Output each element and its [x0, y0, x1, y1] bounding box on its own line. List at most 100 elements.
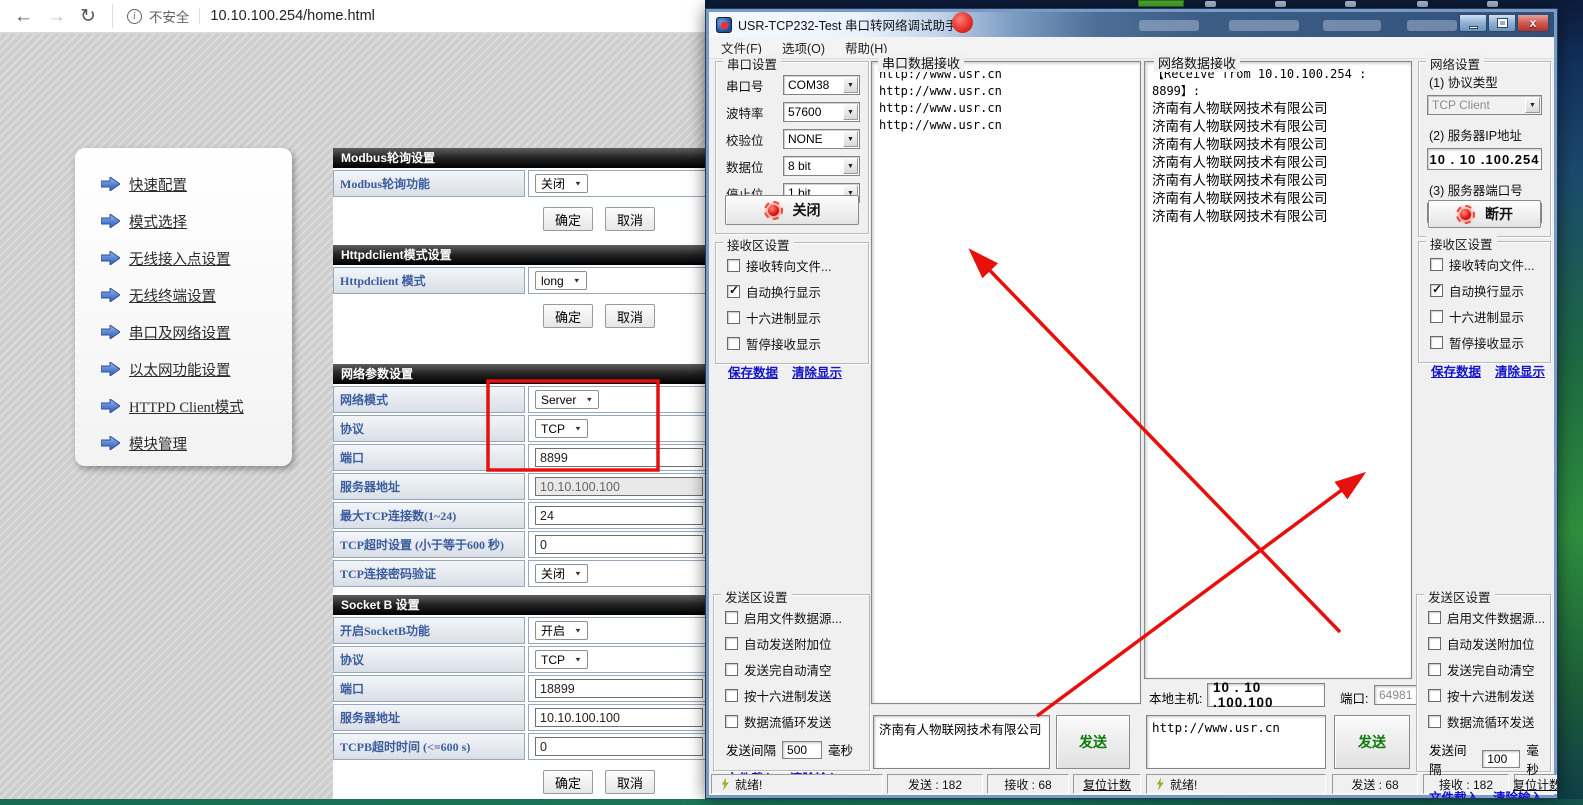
checkbox[interactable]: ✓ — [1428, 611, 1441, 624]
databits-select[interactable]: 8 bit▼ — [783, 156, 860, 176]
checkbox[interactable]: ✓ — [1428, 689, 1441, 702]
socketb-enable-select[interactable]: 开启▼ — [535, 621, 588, 640]
maximize-button[interactable] — [1488, 14, 1516, 32]
checkbox-row[interactable]: ✓启用文件数据源... — [1428, 608, 1544, 627]
checkbox-row[interactable]: ✓十六进制显示 — [1430, 307, 1544, 326]
checkbox[interactable]: ✓ — [725, 637, 738, 650]
checkbox[interactable]: ✓ — [1430, 284, 1443, 297]
checkbox-row[interactable]: ✓按十六进制发送 — [1428, 686, 1544, 705]
port-input[interactable]: 8899 — [535, 448, 703, 467]
save-data-link[interactable]: 保存数据 — [1431, 361, 1481, 380]
reload-icon[interactable]: ↻ — [80, 7, 96, 26]
checkbox[interactable]: ✓ — [1430, 310, 1443, 323]
cancel-button[interactable]: 取消 — [605, 207, 655, 231]
checkbox-row[interactable]: ✓自动换行显示 — [1430, 281, 1544, 300]
chevron-down-icon[interactable]: ▼ — [843, 104, 858, 120]
file-load-link[interactable]: 文件载入 — [1429, 787, 1479, 799]
com-port-select[interactable]: COM38▼ — [783, 75, 860, 95]
reset-count-left[interactable]: 复位计数 — [1073, 774, 1141, 794]
checkbox-row[interactable]: ✓按十六进制发送 — [725, 686, 863, 705]
checkbox[interactable]: ✓ — [727, 285, 740, 298]
ok-button[interactable]: 确定 — [543, 207, 593, 231]
interval-input[interactable]: 100 — [1482, 750, 1520, 768]
checkbox-row[interactable]: ✓发送完自动清空 — [1428, 660, 1544, 679]
network-receive-textarea[interactable]: 【Receive from 10.10.100.254 : 8899】: 济南有… — [1144, 61, 1412, 679]
baudrate-select[interactable]: 57600▼ — [783, 102, 860, 122]
chevron-down-icon[interactable]: ▼ — [843, 131, 858, 147]
serial-receive-textarea[interactable]: http://www.usr.cn http://www.usr.cn http… — [871, 61, 1141, 704]
checkbox-row[interactable]: ✓暂停接收显示 — [727, 334, 862, 353]
tcp-password-select[interactable]: 关闭▼ — [535, 564, 588, 583]
chevron-down-icon[interactable]: ▼ — [843, 77, 858, 93]
cancel-button[interactable]: 取消 — [605, 770, 655, 794]
serial-close-button[interactable]: 关闭 — [725, 195, 859, 225]
back-icon[interactable]: ← — [14, 7, 33, 26]
checkbox-row[interactable]: ✓自动发送附加位 — [725, 634, 863, 653]
sidebar-item-label[interactable]: 模式选择 — [129, 211, 187, 232]
sidebar-item-label[interactable]: 无线接入点设置 — [129, 248, 231, 269]
protocol-select[interactable]: TCP▼ — [535, 419, 588, 438]
sidebar-item-ethernet[interactable]: 以太网功能设置 — [101, 357, 292, 381]
serial-send-button[interactable]: 发送 — [1056, 715, 1130, 769]
checkbox-row[interactable]: ✓暂停接收显示 — [1430, 333, 1544, 352]
server-ip-input[interactable]: 10 . 10 .100.254 — [1427, 148, 1542, 170]
menu-options[interactable]: 选项(O) — [782, 38, 825, 57]
checkbox[interactable]: ✓ — [727, 337, 740, 350]
checkbox[interactable]: ✓ — [1428, 663, 1441, 676]
sidebar-item-quick-config[interactable]: 快速配置 — [101, 172, 292, 196]
sidebar-item-label[interactable]: 以太网功能设置 — [129, 359, 231, 380]
sidebar-item-serial-network[interactable]: 串口及网络设置 — [101, 320, 292, 344]
checkbox[interactable]: ✓ — [727, 259, 740, 272]
httpdclient-mode-select[interactable]: long▼ — [535, 271, 587, 290]
tcp-timeout-input[interactable]: 0 — [535, 535, 703, 554]
clear-display-link[interactable]: 清除显示 — [792, 362, 842, 381]
checkbox[interactable]: ✓ — [725, 611, 738, 624]
sidebar-item-module-mgmt[interactable]: 模块管理 — [101, 431, 292, 455]
checkbox[interactable]: ✓ — [727, 311, 740, 324]
checkbox[interactable]: ✓ — [725, 663, 738, 676]
sidebar-item-wireless-terminal[interactable]: 无线终端设置 — [101, 283, 292, 307]
save-data-link[interactable]: 保存数据 — [728, 362, 778, 381]
network-send-button[interactable]: 发送 — [1334, 715, 1410, 769]
checkbox-row[interactable]: ✓数据流循环发送 — [725, 712, 863, 731]
socketb-timeout-input[interactable]: 0 — [535, 737, 703, 756]
checkbox[interactable]: ✓ — [1428, 715, 1441, 728]
checkbox-row[interactable]: ✓接收转向文件... — [1430, 255, 1544, 274]
checkbox[interactable]: ✓ — [725, 715, 738, 728]
ok-button[interactable]: 确定 — [543, 304, 593, 328]
sidebar-item-mode-select[interactable]: 模式选择 — [101, 209, 292, 233]
sidebar-item-wireless-ap[interactable]: 无线接入点设置 — [101, 246, 292, 270]
checkbox-row[interactable]: ✓启用文件数据源... — [725, 608, 863, 627]
checkbox[interactable]: ✓ — [1430, 258, 1443, 271]
interval-input[interactable]: 500 — [782, 741, 822, 759]
socketb-server-input[interactable]: 10.10.100.100 — [535, 708, 703, 727]
disconnect-button[interactable]: 断开 — [1428, 200, 1541, 228]
sidebar-item-label[interactable]: 无线终端设置 — [129, 285, 216, 306]
checkbox-row[interactable]: ✓发送完自动清空 — [725, 660, 863, 679]
checkbox-row[interactable]: ✓数据流循环发送 — [1428, 712, 1544, 731]
modbus-poll-select[interactable]: 关闭▼ — [535, 174, 588, 193]
clear-display-link[interactable]: 清除显示 — [1495, 361, 1545, 380]
checkbox-row[interactable]: ✓自动发送附加位 — [1428, 634, 1544, 653]
checkbox[interactable]: ✓ — [1430, 336, 1443, 349]
network-send-input[interactable]: http://www.usr.cn — [1146, 715, 1326, 769]
serial-send-input[interactable]: 济南有人物联网技术有限公司 — [873, 715, 1050, 769]
app-titlebar[interactable]: USR-TCP232-Test 串口转网络调试助手 x — [709, 12, 1554, 37]
sidebar-item-label[interactable]: 串口及网络设置 — [129, 322, 231, 343]
socketb-port-input[interactable]: 18899 — [535, 679, 703, 698]
parity-select[interactable]: NONE▼ — [783, 129, 860, 149]
close-button[interactable]: x — [1517, 14, 1549, 32]
sidebar-item-httpd-client[interactable]: HTTPD Client模式 — [101, 394, 292, 418]
checkbox[interactable]: ✓ — [725, 689, 738, 702]
network-mode-select[interactable]: Server▼ — [535, 390, 599, 409]
checkbox-row[interactable]: ✓接收转向文件... — [727, 256, 862, 275]
cancel-button[interactable]: 取消 — [605, 304, 655, 328]
socketb-protocol-select[interactable]: TCP▼ — [535, 650, 588, 669]
checkbox-row[interactable]: ✓自动换行显示 — [727, 282, 862, 301]
sidebar-item-label[interactable]: HTTPD Client模式 — [129, 396, 244, 417]
sidebar-item-label[interactable]: 快速配置 — [129, 174, 187, 195]
ok-button[interactable]: 确定 — [543, 770, 593, 794]
minimize-button[interactable] — [1459, 14, 1487, 32]
url-text[interactable]: 10.10.100.254/home.html — [210, 8, 374, 24]
max-tcp-input[interactable]: 24 — [535, 506, 703, 525]
